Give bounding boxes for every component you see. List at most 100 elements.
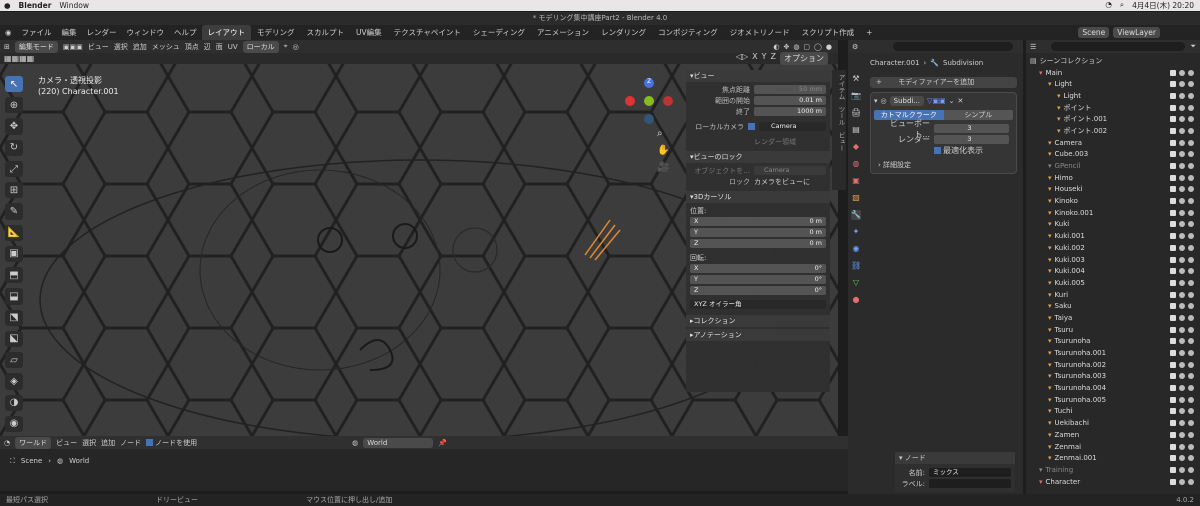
outliner-row[interactable]: ▾ Tsurunoha.001 [1026,347,1200,359]
viewport-levels-field[interactable]: 3 [934,124,1009,133]
exclude-checkbox[interactable] [1170,92,1176,99]
outliner-row[interactable]: ▾ Taiya [1026,312,1200,324]
render-camera-icon[interactable] [1188,268,1194,275]
modifier-tab-icon[interactable]: 🔧 [851,210,861,220]
outliner-row[interactable]: ▾ ポイント [1026,102,1200,114]
outliner-row[interactable]: ▾ Kuki.002 [1026,242,1200,254]
blender-logo-icon[interactable]: ◉ [0,28,17,37]
outliner-editor-icon[interactable]: ☰ [1030,43,1036,51]
window-menu[interactable]: Window [59,1,89,10]
simple-button[interactable]: シンプル [943,110,1013,120]
outliner-row[interactable]: ▾ Tsurunoha [1026,336,1200,348]
render-levels-field[interactable]: 3 [934,135,1009,144]
render-camera-icon[interactable] [1188,361,1194,368]
annotate-tool-icon[interactable]: ✎ [5,203,23,220]
exclude-checkbox[interactable] [1170,314,1176,321]
wifi-icon[interactable]: ◔ [1105,0,1112,11]
render-camera-icon[interactable] [1188,127,1194,134]
menu-uv[interactable]: UV [228,43,238,51]
eye-icon[interactable] [1179,478,1185,485]
render-camera-icon[interactable] [1188,408,1194,415]
zoom-icon[interactable]: ⌕ [657,128,669,139]
render-region-checkbox[interactable]: レンダー領域 [754,137,796,147]
tab-shading[interactable]: シェーディング [467,25,531,40]
render-camera-icon[interactable] [1188,221,1194,228]
scene-tab-icon[interactable]: ◆ [851,142,861,152]
render-camera-icon[interactable] [1188,81,1194,88]
modifier-menu-icon[interactable]: ⌄ [949,97,955,105]
advanced-section[interactable]: › 詳細設定 [874,160,1013,170]
xray-icon[interactable]: ▢ [803,43,810,51]
exclude-checkbox[interactable] [1170,233,1176,240]
render-camera-icon[interactable] [1188,139,1194,146]
world-datablock[interactable]: World [363,437,434,448]
collection-section-header[interactable]: ▸ コレクション [686,315,830,327]
outliner-row[interactable]: ▾ Tsuru [1026,324,1200,336]
particles-tab-icon[interactable]: ✦ [851,227,861,237]
render-camera-icon[interactable] [1188,373,1194,380]
eye-icon[interactable] [1179,466,1185,473]
render-camera-icon[interactable] [1188,385,1194,392]
mode-selector[interactable]: 編集モード [14,40,58,53]
exclude-checkbox[interactable] [1170,326,1176,333]
menu-window[interactable]: ウィンドウ [122,27,170,38]
outliner-row[interactable]: ▾ Himo [1026,172,1200,184]
exclude-checkbox[interactable] [1170,373,1176,380]
render-camera-icon[interactable] [1188,104,1194,111]
camera-view-icon[interactable]: 🎥 [657,162,669,173]
tool-tab-icon[interactable]: ⚒ [851,74,861,84]
tab-texture-paint[interactable]: テクスチャペイント [388,25,467,40]
eye-icon[interactable] [1179,198,1185,205]
eye-icon[interactable] [1179,139,1185,146]
render-camera-icon[interactable] [1188,186,1194,193]
outliner-row[interactable]: ▾ Kinoko.001 [1026,207,1200,219]
outliner-row[interactable]: ▾ GPencil [1026,160,1200,172]
eye-icon[interactable] [1179,69,1185,76]
clock[interactable]: 4月4日(木) 20:20 [1132,0,1194,11]
exclude-checkbox[interactable] [1170,408,1176,415]
exclude-checkbox[interactable] [1170,221,1176,228]
spin-tool-icon[interactable]: ◑ [5,394,23,411]
options-dropdown[interactable]: オプション [780,52,828,65]
constraints-tab-icon[interactable]: ⛓ [851,261,861,271]
tab-scripting[interactable]: スクリプト作成 [796,25,861,40]
exclude-checkbox[interactable] [1170,174,1176,181]
menu-face[interactable]: 面 [216,42,223,52]
outliner-row[interactable]: ▾ Zenmai [1026,441,1200,453]
render-camera-icon[interactable] [1188,174,1194,181]
exclude-checkbox[interactable] [1170,431,1176,438]
shading-wire-icon[interactable]: ◯ [814,43,822,51]
loopcut-tool-icon[interactable]: ⬕ [5,330,23,348]
exclude-checkbox[interactable] [1170,256,1176,263]
tab-view[interactable]: ビュー [832,132,846,152]
eye-icon[interactable] [1179,174,1185,181]
eye-icon[interactable] [1179,420,1185,427]
eye-icon[interactable] [1179,186,1185,193]
render-camera-icon[interactable] [1188,314,1194,321]
tab-item[interactable]: アイテム [832,74,846,100]
exclude-checkbox[interactable] [1170,139,1176,146]
menu-edge[interactable]: 辺 [204,42,211,52]
proportional-icon[interactable]: ◎ [293,43,299,51]
render-camera-icon[interactable] [1188,478,1194,485]
exclude-checkbox[interactable] [1170,455,1176,462]
outliner-row[interactable]: ▾ Zenmai.001 [1026,452,1200,464]
bevel-tool-icon[interactable]: ⬔ [5,309,23,326]
render-camera-icon[interactable] [1188,163,1194,170]
menu-help[interactable]: ヘルプ [169,27,202,38]
menu-select[interactable]: 選択 [114,42,128,52]
render-camera-icon[interactable] [1188,443,1194,450]
add-workspace-icon[interactable]: + [860,26,878,39]
render-camera-icon[interactable] [1188,291,1194,298]
material-tab-icon[interactable]: ● [851,295,861,305]
cursor-loc-z-field[interactable]: Z0 m [690,239,826,248]
outliner-row[interactable]: ▾ ポイント.002 [1026,125,1200,137]
tab-modeling[interactable]: モデリング [251,25,301,40]
node-menu-node[interactable]: ノード [120,438,141,448]
eye-icon[interactable] [1179,326,1185,333]
cursor-rot-z-field[interactable]: Z 0° [690,286,826,295]
eye-icon[interactable] [1179,373,1185,380]
exclude-checkbox[interactable] [1170,104,1176,111]
menu-edit[interactable]: 編集 [57,27,82,38]
physics-tab-icon[interactable]: ◉ [851,244,861,254]
